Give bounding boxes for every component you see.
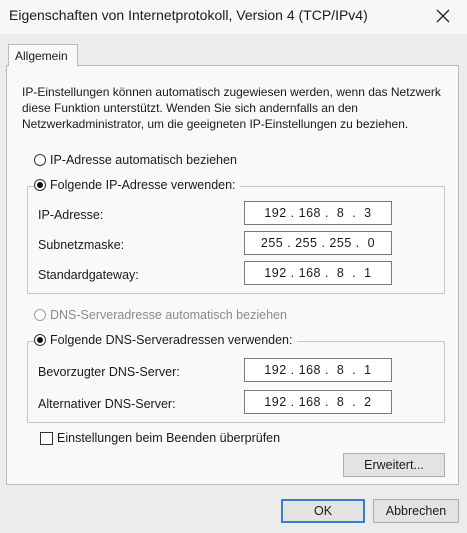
intro-text: IP-Einstellungen können automatisch zuge… [22, 85, 441, 131]
validate-label: Einstellungen beim Beenden überprüfen [57, 431, 281, 445]
dns-manual-option[interactable]: Folgende DNS-Serveradressen verwenden: [34, 333, 297, 347]
validate-checkbox[interactable] [40, 431, 53, 445]
title-bar: Eigenschaften von Internetprotokoll, Ver… [0, 0, 467, 34]
ip-manual-label: Folgende IP-Adresse verwenden: [50, 178, 236, 192]
ip-manual-radio[interactable] [34, 179, 46, 191]
close-button[interactable] [428, 2, 458, 30]
advanced-button[interactable]: Erweitert... [343, 453, 445, 477]
ip-auto-option[interactable]: IP-Adresse automatisch beziehen [34, 153, 237, 167]
ok-button[interactable]: OK [281, 499, 365, 523]
preferred-dns-field[interactable]: 192 . 168 . 8 . 1 [244, 358, 392, 382]
tab-allgemein[interactable]: Allgemein [8, 44, 78, 66]
ip-address-field[interactable]: 192 . 168 . 8 . 3 [244, 201, 392, 225]
alternate-dns-field[interactable]: 192 . 168 . 8 . 2 [244, 390, 392, 414]
ip-address-label: IP-Adresse: [38, 208, 104, 222]
cancel-button[interactable]: Abbrechen [373, 499, 459, 523]
dns-manual-label: Folgende DNS-Serveradressen verwenden: [50, 333, 293, 347]
subnet-mask-field[interactable]: 255 . 255 . 255 . 0 [244, 231, 392, 255]
alternate-dns-label: Alternativer DNS-Server: [38, 397, 176, 411]
ip-manual-option[interactable]: Folgende IP-Adresse verwenden: [34, 178, 240, 192]
close-icon [436, 9, 450, 23]
default-gateway-field[interactable]: 192 . 168 . 8 . 1 [244, 261, 392, 285]
dns-auto-option[interactable]: DNS-Serveradresse automatisch beziehen [34, 308, 287, 322]
dns-auto-radio[interactable] [34, 309, 46, 321]
ip-auto-label: IP-Adresse automatisch beziehen [50, 153, 237, 167]
window-title: Eigenschaften von Internetprotokoll, Ver… [9, 7, 368, 23]
default-gateway-label: Standardgateway: [38, 268, 139, 282]
ip-auto-radio[interactable] [34, 154, 46, 166]
subnet-mask-label: Subnetzmaske: [38, 238, 125, 252]
dns-manual-radio[interactable] [34, 334, 46, 346]
dns-auto-label: DNS-Serveradresse automatisch beziehen [50, 308, 287, 322]
validate-option[interactable]: Einstellungen beim Beenden überprüfen [40, 431, 280, 445]
preferred-dns-label: Bevorzugter DNS-Server: [38, 365, 180, 379]
